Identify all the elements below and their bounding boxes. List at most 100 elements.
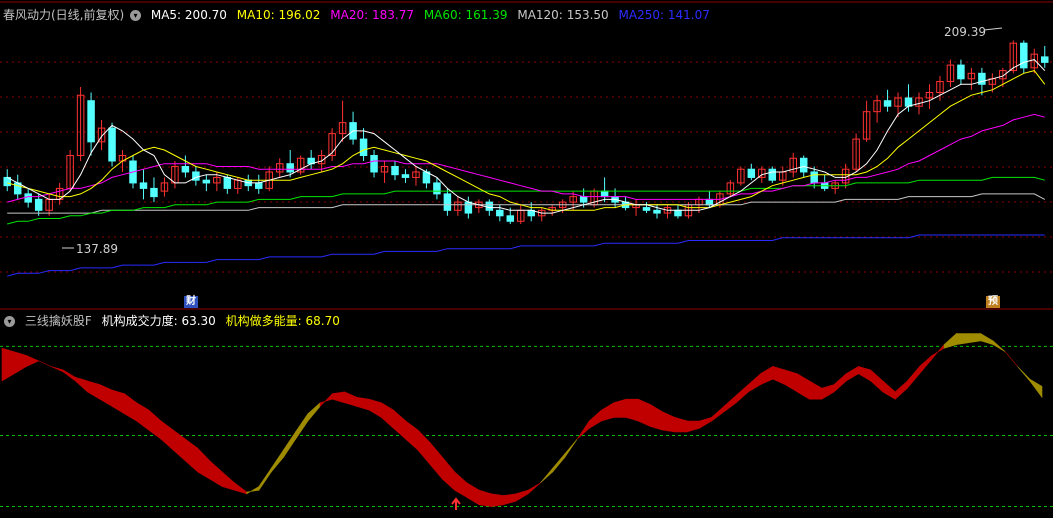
candle-body (747, 168, 756, 178)
candle-body (359, 138, 368, 157)
indicator-2-label: 机构做多能量: 68.70 (225, 314, 340, 328)
band-segment (221, 471, 235, 491)
ma10-label: MA10: 196.02 (236, 8, 321, 22)
band-segment (552, 452, 566, 473)
low-label: 137.89 (76, 242, 118, 256)
band-segment (87, 380, 101, 400)
candle-body (108, 127, 116, 162)
band-segment (344, 391, 358, 407)
band-segment (699, 416, 712, 429)
band-segment (356, 396, 370, 411)
band-segment (845, 365, 859, 382)
indicator-title: 三线擒妖股F (24, 314, 92, 328)
band-segment (185, 438, 199, 473)
band-segment (809, 380, 823, 400)
band-segment (1029, 378, 1043, 399)
band-segment (368, 398, 382, 418)
candle-body (1041, 56, 1049, 63)
band-segment (380, 402, 394, 429)
band-segment (38, 360, 52, 367)
band-segment (858, 365, 872, 382)
band-segment (234, 482, 247, 495)
band-segment (258, 467, 272, 492)
candle-body (464, 201, 473, 214)
circle-chevron-icon[interactable]: ▾ (130, 10, 142, 21)
band-segment (160, 420, 174, 451)
band-segment (478, 489, 492, 507)
indicator-panel (0, 332, 1053, 510)
band-segment (50, 366, 64, 373)
ma5-label: MA5: 200.70 (150, 8, 227, 22)
band-segment (588, 409, 602, 429)
band-segment (454, 471, 468, 498)
candle-body (768, 168, 777, 181)
band-segment (968, 333, 982, 344)
buy-arrow-icon (451, 497, 461, 510)
candle-body (674, 209, 682, 217)
band-segment (405, 420, 419, 451)
candle-body (202, 179, 211, 184)
band-segment (332, 391, 345, 404)
indicator-legend: ▾ 三线擒妖股F 机构成交力度: 63.30 机构做多能量: 68.70 (0, 312, 346, 330)
candle-body (653, 209, 661, 214)
band-segment (833, 373, 847, 393)
candle-body (433, 182, 441, 195)
financial-report-tag[interactable]: 财 (184, 296, 198, 308)
band-segment (197, 447, 211, 480)
band-segment (124, 393, 137, 422)
band-segment (870, 369, 884, 393)
ma5-line (6, 59, 1046, 214)
high-label: 209.39 (944, 25, 986, 39)
band-segment (429, 441, 443, 481)
band-segment (136, 402, 150, 431)
band-segment (99, 384, 113, 407)
band-segment (650, 404, 664, 431)
ma120-label: MA120: 153.50 (517, 8, 609, 22)
band-segment (564, 439, 578, 459)
kline-chart[interactable]: 209.39 137.89 (0, 0, 1053, 518)
band-segment (784, 369, 798, 393)
band-segment (711, 405, 725, 422)
band-segment (919, 354, 933, 375)
band-segment (1017, 366, 1031, 382)
candle-body (600, 190, 609, 198)
candle-body (401, 174, 410, 178)
band-segment (576, 420, 590, 440)
band-segment (307, 402, 321, 422)
candle-body (799, 157, 808, 173)
band-segment (540, 467, 553, 484)
candle-body (24, 193, 32, 203)
candle-body (485, 201, 494, 211)
band-segment (491, 493, 504, 507)
indicator-1-label: 机构成交力度: 63.30 (101, 314, 216, 328)
band-segment (613, 398, 627, 418)
band-segment (723, 394, 737, 413)
band-segment (270, 449, 284, 473)
band-segment (62, 369, 76, 382)
band-segment (246, 485, 260, 495)
candle-body (904, 97, 913, 107)
band-segment (1005, 351, 1018, 367)
band-segment (26, 355, 40, 367)
candle-body (957, 64, 965, 80)
band-segment (515, 489, 529, 502)
band-segment (980, 333, 994, 346)
candle-body (579, 196, 588, 203)
band-segment (148, 409, 162, 440)
band-segment (393, 409, 407, 440)
band-segment (466, 482, 480, 506)
band-segment (527, 482, 541, 495)
candle-body (139, 182, 148, 189)
band-segment (760, 365, 774, 386)
forecast-tag[interactable]: 预 (986, 296, 1000, 308)
circle-chevron-icon[interactable]: ▾ (4, 316, 15, 327)
band-segment (907, 365, 920, 390)
candle-body (642, 207, 651, 211)
candle-body (883, 100, 892, 107)
band-segment (735, 383, 749, 404)
band-segment (503, 493, 517, 506)
stock-title: 春风动力(日线,前复权) (3, 8, 125, 22)
candle-body (978, 72, 986, 85)
candle-body (443, 193, 452, 211)
band-segment (75, 376, 88, 393)
